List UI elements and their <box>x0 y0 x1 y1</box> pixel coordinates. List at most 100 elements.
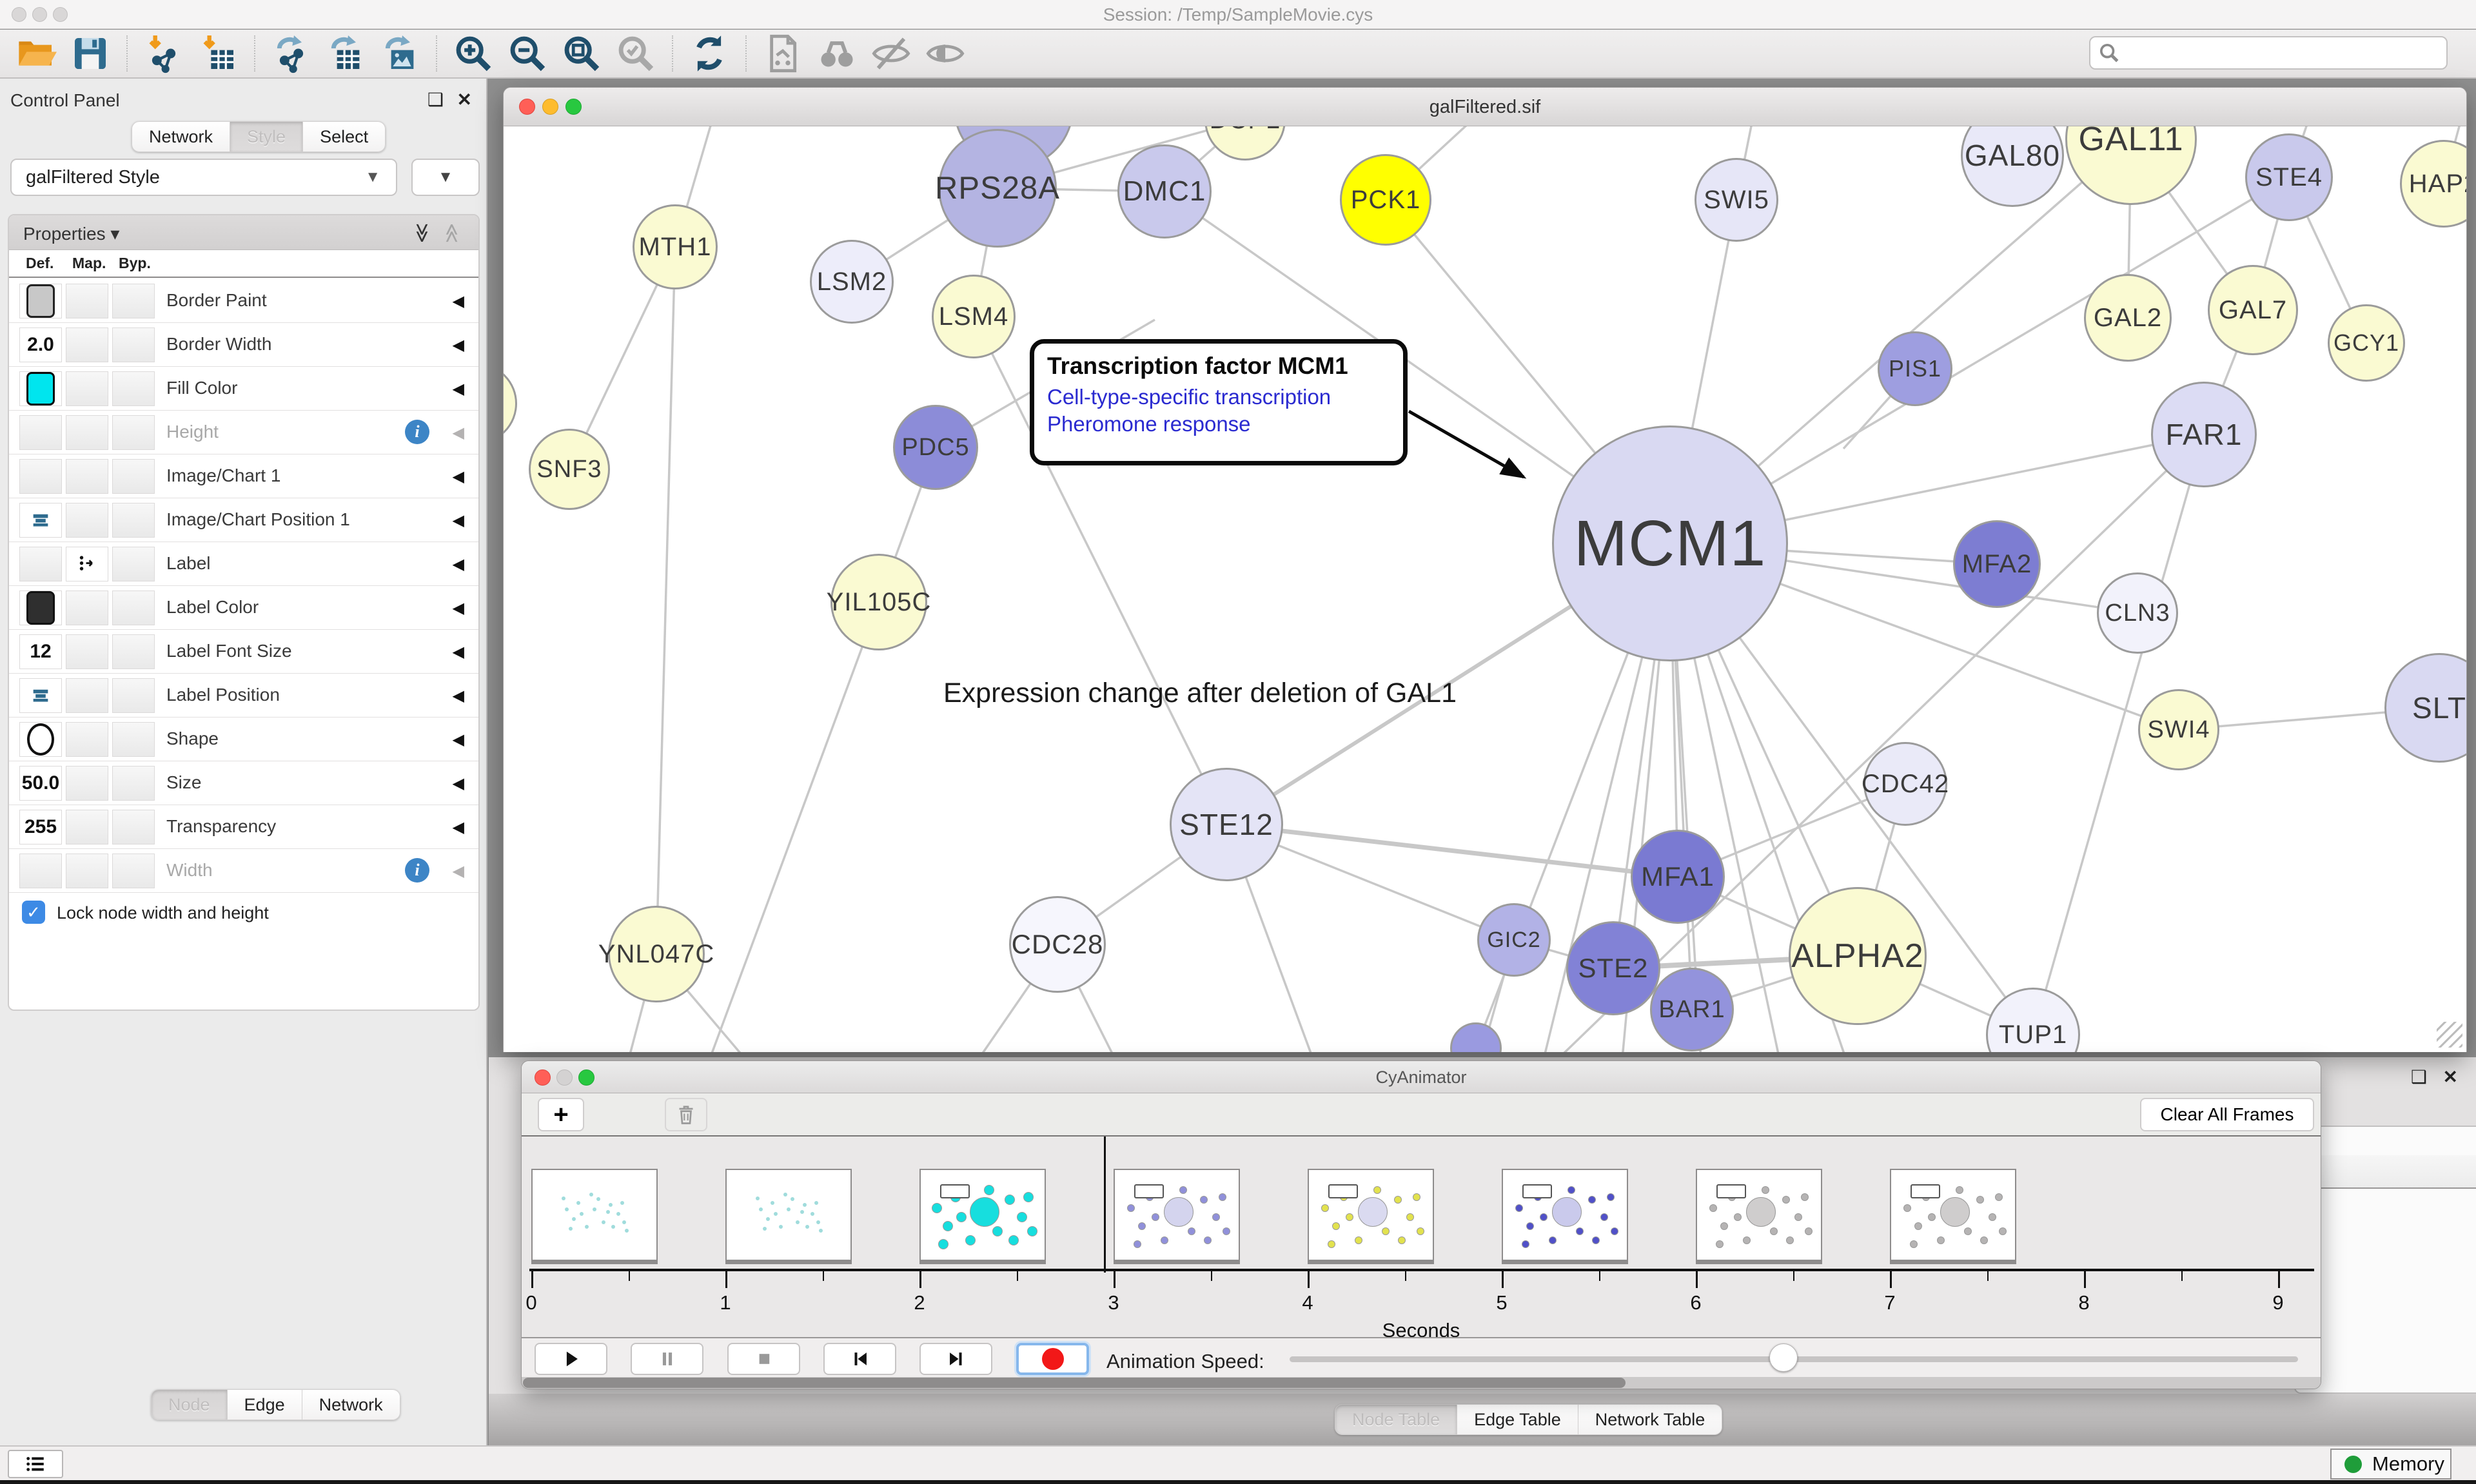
property-row-fill-color[interactable]: Fill Color◀ <box>9 367 478 411</box>
expand-all-icon[interactable]: ≫ <box>411 223 433 243</box>
frame-thumbnail-0[interactable] <box>531 1169 658 1264</box>
expand-row-icon[interactable]: ◀ <box>453 818 464 837</box>
empty-cell[interactable] <box>66 766 108 801</box>
empty-cell[interactable] <box>19 854 62 888</box>
table-row[interactable]: 2 <box>2295 1329 2476 1352</box>
table-row[interactable]: 26 <box>2295 1190 2476 1213</box>
empty-cell[interactable] <box>112 722 155 757</box>
network-node-STE4[interactable]: STE4 <box>2245 133 2333 221</box>
expand-row-icon[interactable]: ◀ <box>453 774 464 793</box>
lock-checkbox[interactable]: ✓ <box>22 901 45 924</box>
annotation-link-2[interactable]: Pheromone response <box>1047 412 1390 436</box>
empty-cell[interactable] <box>66 415 108 450</box>
property-row-size[interactable]: 50.0Size◀ <box>9 761 478 805</box>
network-node-SNF3[interactable]: SNF3 <box>529 429 610 510</box>
network-node-RPS28A[interactable]: RPS28A <box>938 129 1057 248</box>
style-selector[interactable]: galFiltered Style ▼ <box>10 159 397 196</box>
empty-cell[interactable] <box>112 547 155 581</box>
property-row-height[interactable]: Heighti◀ <box>9 411 478 454</box>
export-table-icon[interactable] <box>325 33 366 74</box>
default-value-cell[interactable] <box>19 591 62 625</box>
network-node-CDC28[interactable]: CDC28 <box>1009 896 1106 993</box>
tab-network[interactable]: Network <box>132 121 230 152</box>
table-row[interactable]: 1 <box>2295 1260 2476 1283</box>
expand-row-icon[interactable]: ◀ <box>453 380 464 398</box>
frame-thumbnail-6[interactable] <box>1696 1169 1822 1264</box>
empty-cell[interactable] <box>66 722 108 757</box>
empty-cell[interactable] <box>66 327 108 362</box>
play-button[interactable] <box>535 1343 607 1375</box>
empty-cell[interactable] <box>112 810 155 845</box>
default-value-cell[interactable] <box>19 678 62 713</box>
float-panel-icon[interactable]: ❑ <box>427 89 444 110</box>
empty-cell[interactable] <box>112 503 155 538</box>
property-row-border-width[interactable]: 2.0Border Width◀ <box>9 323 478 367</box>
network-node-FAR1[interactable]: FAR1 <box>2151 382 2257 487</box>
default-value-cell[interactable] <box>19 722 62 757</box>
default-value-cell[interactable] <box>19 284 62 318</box>
hide-icon[interactable] <box>870 33 912 74</box>
cyanimator-hscrollbar[interactable] <box>522 1377 2321 1389</box>
network-node-STE2[interactable]: STE2 <box>1566 921 1660 1015</box>
network-node-CLN3[interactable]: CLN3 <box>2097 572 2178 654</box>
tab-node[interactable]: Node <box>151 1389 228 1420</box>
skip-end-button[interactable] <box>919 1343 992 1375</box>
empty-cell[interactable] <box>112 854 155 888</box>
property-row-image-chart-1[interactable]: Image/Chart 1◀ <box>9 454 478 498</box>
network-node-PDC5[interactable]: PDC5 <box>893 405 978 490</box>
empty-cell[interactable] <box>66 854 108 888</box>
tab-network-table[interactable]: Network Table <box>1578 1404 1723 1435</box>
zoom-fit-icon[interactable] <box>561 33 602 74</box>
network-node-LSM4[interactable]: LSM4 <box>932 275 1016 358</box>
style-options-button[interactable]: ▼ <box>411 159 480 196</box>
search-input[interactable] <box>2120 39 2446 67</box>
skip-start-button[interactable] <box>823 1343 896 1375</box>
record-button[interactable] <box>1016 1343 1089 1375</box>
expand-row-icon[interactable]: ◀ <box>453 643 464 661</box>
property-row-width[interactable]: Widthi◀ <box>9 849 478 893</box>
tab-select[interactable]: Select <box>303 121 386 152</box>
collapse-all-icon[interactable]: ≫ <box>440 223 463 243</box>
expand-row-icon[interactable]: ◀ <box>453 555 464 574</box>
expand-row-icon[interactable]: ◀ <box>453 730 464 749</box>
property-row-label[interactable]: Label◀ <box>9 542 478 586</box>
empty-cell[interactable] <box>66 284 108 318</box>
network-node-MFA1[interactable]: MFA1 <box>1631 830 1725 924</box>
expand-row-icon[interactable]: ◀ <box>453 292 464 311</box>
network-node-MCM1[interactable]: MCM1 <box>1552 425 1788 661</box>
tab-edge[interactable]: Edge <box>228 1389 302 1420</box>
network-node-PCK1[interactable]: PCK1 <box>1340 154 1431 246</box>
refresh-icon[interactable] <box>689 33 730 74</box>
open-folder-icon[interactable] <box>15 33 57 74</box>
mapping-cell[interactable] <box>66 547 108 581</box>
expand-row-icon[interactable]: ◀ <box>453 687 464 705</box>
property-row-shape[interactable]: Shape◀ <box>9 718 478 761</box>
table-row[interactable]: 2 <box>2295 1236 2476 1260</box>
frame-thumbnail-3[interactable] <box>1114 1169 1240 1264</box>
default-value-cell[interactable]: 2.0 <box>19 327 62 362</box>
cyanimator-timeline[interactable]: Seconds 0123456789 <box>522 1135 2321 1338</box>
empty-cell[interactable] <box>112 284 155 318</box>
tab-network-style[interactable]: Network <box>302 1389 400 1420</box>
show-icon[interactable] <box>925 33 966 74</box>
zoom-selected-icon[interactable] <box>615 33 656 74</box>
default-value-cell[interactable]: 255 <box>19 810 62 845</box>
cyanimator-titlebar[interactable]: CyAnimator <box>522 1061 2321 1093</box>
timeline-playhead[interactable] <box>1104 1137 1106 1273</box>
expand-row-icon[interactable]: ◀ <box>453 336 464 355</box>
frame-thumbnail-1[interactable] <box>725 1169 852 1264</box>
network-node-GAL2[interactable]: GAL2 <box>2084 274 2172 362</box>
expand-row-icon[interactable]: ◀ <box>453 424 464 442</box>
empty-cell[interactable] <box>19 415 62 450</box>
network-node-SWI5[interactable]: SWI5 <box>1695 158 1778 242</box>
table-row[interactable]: 2 <box>2295 1352 2476 1376</box>
network-canvas[interactable]: Expression change after deletion of GAL1… <box>504 126 2466 1052</box>
property-row-label-font-size[interactable]: 12Label Font Size◀ <box>9 630 478 674</box>
network-node-GCY1[interactable]: GCY1 <box>2328 304 2405 382</box>
task-history-button[interactable] <box>8 1450 63 1478</box>
empty-cell[interactable] <box>66 810 108 845</box>
network-node-PIS1[interactable]: PIS1 <box>1878 331 1952 406</box>
network-node-GAL7[interactable]: GAL7 <box>2208 265 2298 355</box>
export-network-icon[interactable] <box>271 33 312 74</box>
network-node-YNL047C[interactable]: YNL047C <box>608 906 705 1002</box>
